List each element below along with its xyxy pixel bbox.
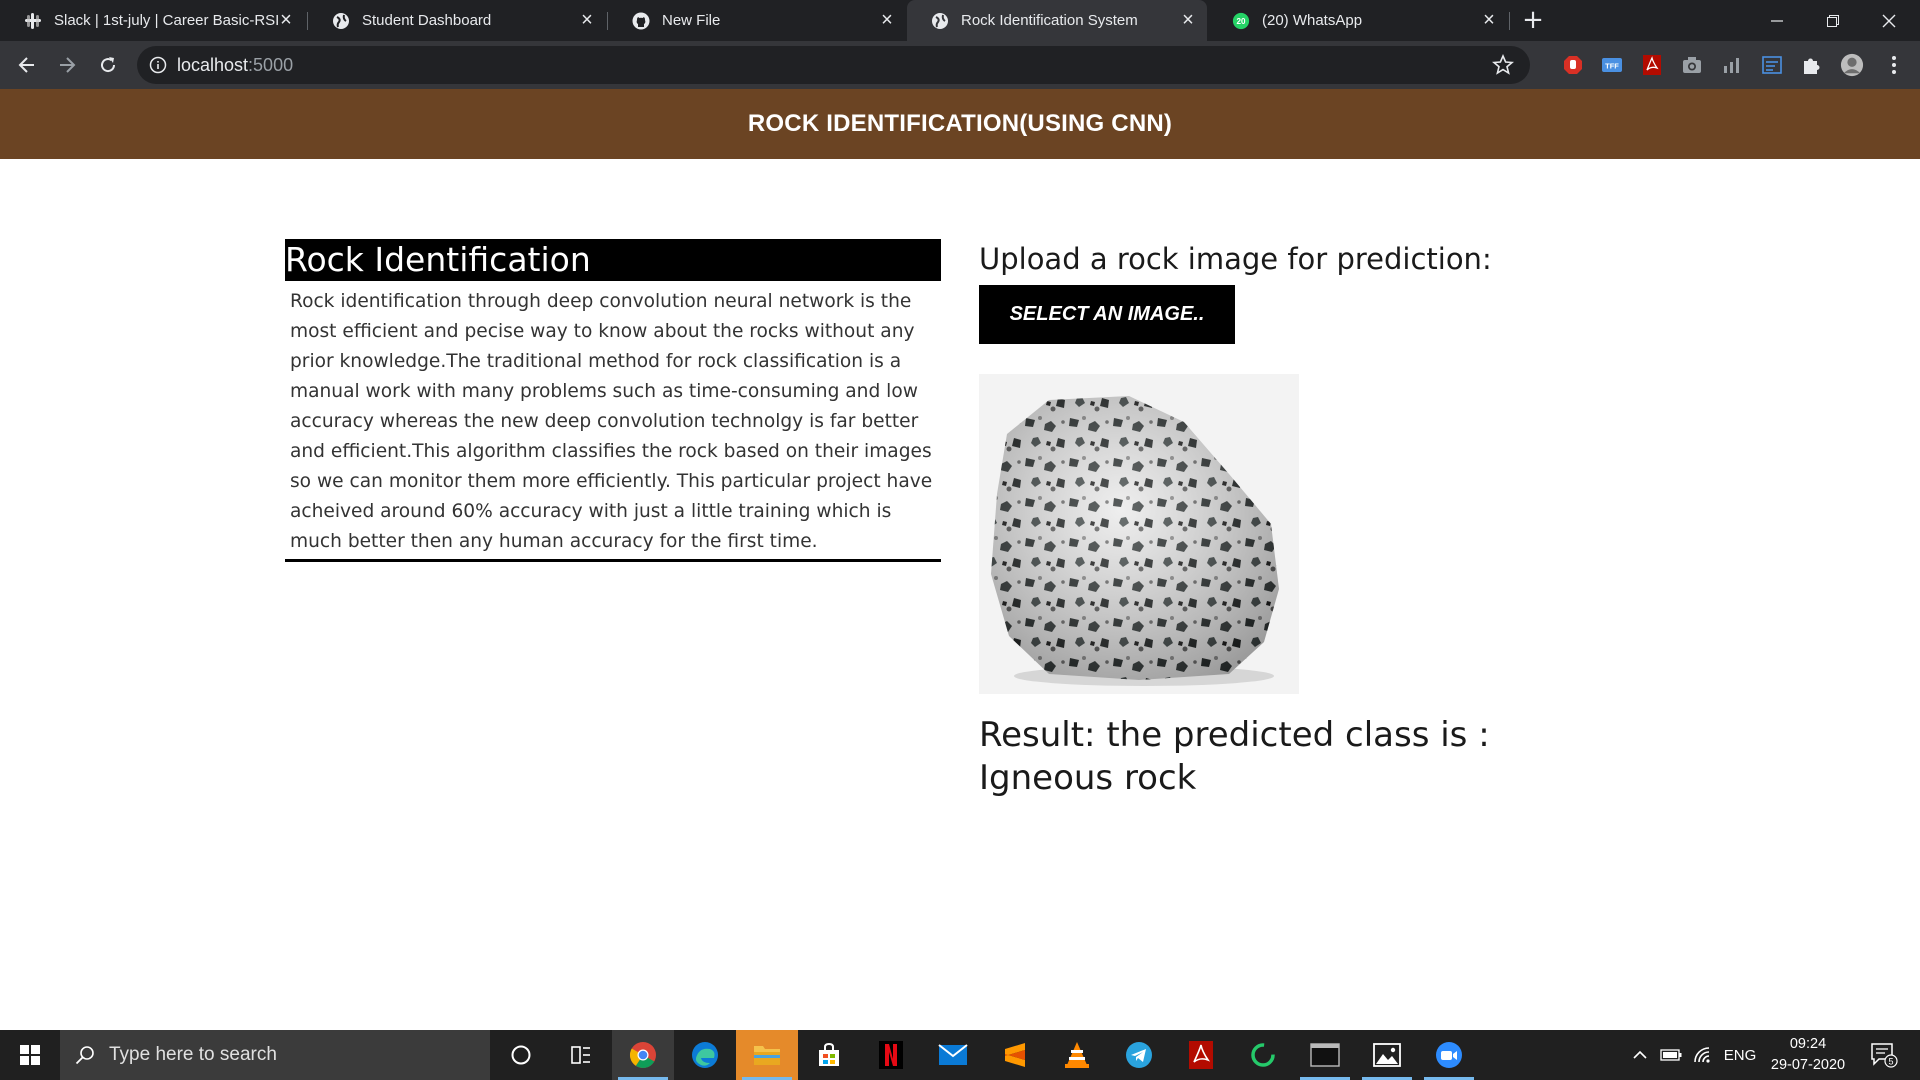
adblock-icon[interactable]: [1561, 53, 1585, 77]
mail-icon[interactable]: [922, 1030, 984, 1080]
new-tab-button[interactable]: +: [1521, 7, 1545, 33]
close-tab-icon[interactable]: ×: [277, 10, 295, 30]
acrobat-icon[interactable]: [1640, 53, 1664, 77]
site-header: ROCK IDENTIFICATION(USING CNN): [0, 89, 1920, 159]
info-icon[interactable]: [149, 56, 167, 74]
tab-title: Student Dashboard: [362, 12, 492, 29]
clock[interactable]: 09:24 29-07-2020: [1766, 1030, 1850, 1080]
vlc-icon[interactable]: [1046, 1030, 1108, 1080]
puzzle-icon[interactable]: [1799, 53, 1823, 77]
url-host: localhost: [177, 55, 249, 75]
zoom-icon[interactable]: [1418, 1030, 1480, 1080]
photos-icon[interactable]: [1356, 1030, 1418, 1080]
taskbar-search-box[interactable]: Type here to search: [60, 1030, 490, 1080]
close-tab-icon[interactable]: ×: [878, 10, 896, 30]
reader-icon[interactable]: [1760, 53, 1784, 77]
slack-icon: [24, 12, 42, 30]
store-icon[interactable]: [798, 1030, 860, 1080]
menu-icon[interactable]: [1882, 53, 1906, 77]
whatsapp-badge: 20: [1237, 17, 1246, 26]
description-text: Rock identification through deep convolu…: [285, 281, 941, 562]
upload-label: Upload a rock image for prediction:: [979, 242, 1492, 276]
tray-chevron-icon[interactable]: [1628, 1030, 1652, 1080]
tab-title: Slack | 1st-july | Career Basic-RSII: [54, 12, 279, 29]
tff-icon[interactable]: TFF: [1600, 53, 1624, 77]
loader-icon[interactable]: [1232, 1030, 1294, 1080]
github-icon: [632, 12, 650, 30]
bookmark-star-icon[interactable]: [1491, 53, 1515, 76]
tab-student-dashboard[interactable]: Student Dashboard ×: [308, 0, 606, 41]
terminal-icon[interactable]: [1294, 1030, 1356, 1080]
tab-new-file[interactable]: New File ×: [608, 0, 906, 41]
globe-icon: [332, 12, 350, 30]
site-title: ROCK IDENTIFICATION(USING CNN): [747, 110, 1173, 137]
close-tab-icon[interactable]: ×: [1480, 10, 1498, 30]
tff-label: TFF: [1605, 62, 1619, 71]
igneous-rock-picture: [979, 374, 1299, 694]
address-bar[interactable]: localhost:5000: [137, 46, 1530, 84]
clock-date: 29-07-2020: [1770, 1057, 1846, 1073]
minimize-button[interactable]: [1749, 0, 1805, 41]
edge-icon[interactable]: [674, 1030, 736, 1080]
url-port: :5000: [248, 55, 294, 75]
cortana-icon[interactable]: [490, 1030, 552, 1080]
browser-toolbar: localhost:5000 TFF: [0, 41, 1920, 89]
tab-separator: [1509, 12, 1510, 30]
restore-button[interactable]: [1805, 0, 1861, 41]
task-view-icon[interactable]: [550, 1030, 612, 1080]
analytics-icon[interactable]: [1720, 53, 1744, 77]
prediction-result: Result: the predicted class is : Igneous…: [979, 715, 1490, 798]
back-button[interactable]: [15, 53, 39, 77]
select-image-button[interactable]: SELECT AN IMAGE..: [979, 285, 1235, 344]
globe-icon: [931, 12, 949, 30]
tab-title: New File: [662, 12, 721, 29]
netflix-icon[interactable]: [860, 1030, 922, 1080]
tab-rock-identification[interactable]: Rock Identification System ×: [907, 0, 1207, 41]
tab-whatsapp[interactable]: 20 (20) WhatsApp ×: [1208, 0, 1508, 41]
reload-button[interactable]: [96, 53, 120, 77]
language-indicator[interactable]: ENG: [1720, 1030, 1760, 1080]
browser-tab-strip: Slack | 1st-july | Career Basic-RSII × S…: [0, 0, 1920, 41]
wifi-icon[interactable]: [1690, 1030, 1716, 1080]
profile-avatar[interactable]: [1840, 53, 1864, 77]
tab-title: Rock Identification System: [961, 12, 1138, 29]
tab-title: (20) WhatsApp: [1262, 12, 1363, 29]
chrome-icon[interactable]: [612, 1030, 674, 1080]
notification-count: 5: [1888, 1057, 1893, 1067]
rock-preview-image: [979, 374, 1299, 694]
about-section: Rock Identification Rock identification …: [285, 239, 941, 562]
file-explorer-icon[interactable]: [736, 1030, 798, 1080]
start-button[interactable]: [0, 1030, 60, 1080]
clock-time: 09:24: [1789, 1036, 1827, 1052]
telegram-icon[interactable]: [1108, 1030, 1170, 1080]
close-tab-icon[interactable]: ×: [1179, 10, 1197, 30]
search-placeholder: Type here to search: [109, 1044, 277, 1065]
tab-slack[interactable]: Slack | 1st-july | Career Basic-RSII ×: [0, 0, 305, 41]
acrobat-taskbar-icon[interactable]: [1170, 1030, 1232, 1080]
camera-icon[interactable]: [1680, 53, 1704, 77]
section-heading: Rock Identification: [285, 239, 941, 281]
windows-taskbar: Type here to search ENG 09:24 29-07-2020…: [0, 1030, 1920, 1080]
close-window-button[interactable]: [1861, 0, 1917, 41]
battery-icon[interactable]: [1658, 1030, 1684, 1080]
whatsapp-icon: 20: [1232, 12, 1250, 30]
forward-button[interactable]: [55, 53, 79, 77]
sublime-icon[interactable]: [984, 1030, 1046, 1080]
notification-center-icon[interactable]: 5: [1862, 1030, 1906, 1080]
upload-section: Upload a rock image for prediction: SELE…: [979, 239, 1619, 800]
url-text: localhost:5000: [177, 55, 293, 76]
search-icon: [75, 1046, 94, 1065]
close-tab-icon[interactable]: ×: [578, 10, 596, 30]
